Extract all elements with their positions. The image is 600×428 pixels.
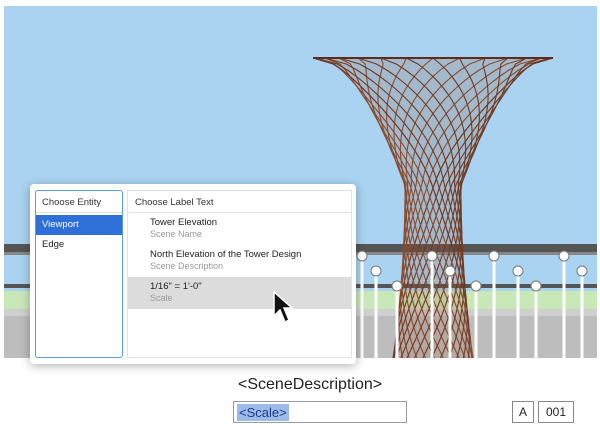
label-list-header: Choose Label Text	[128, 191, 351, 213]
label-option-scene-description[interactable]: North Elevation of the Tower Design Scen…	[128, 245, 351, 277]
scale-field[interactable]: <Scale>	[233, 401, 407, 423]
option-value: North Elevation of the Tower Design	[150, 249, 302, 260]
option-key: Scale	[150, 293, 173, 303]
option-value: Tower Elevation	[150, 217, 218, 228]
mouse-pointer-icon	[273, 290, 294, 324]
label-chooser-popup: Choose Entity Viewport Edge Choose Label…	[30, 184, 356, 364]
option-key: Scene Name	[150, 229, 203, 239]
label-text-list: Choose Label Text Tower Elevation Scene …	[127, 190, 352, 358]
sheet-letter-box[interactable]: A	[512, 401, 534, 423]
label-option-scale[interactable]: 1/16" = 1'-0" Scale	[128, 277, 351, 309]
entity-item-edge[interactable]: Edge	[36, 235, 122, 255]
entity-item-viewport[interactable]: Viewport	[36, 215, 122, 235]
scale-field-text: <Scale>	[237, 404, 289, 421]
option-key: Scene Description	[150, 261, 224, 271]
label-option-scene-name[interactable]: Tower Elevation Scene Name	[128, 213, 351, 245]
option-value: 1/16" = 1'-0"	[150, 281, 202, 292]
entity-list: Choose Entity Viewport Edge	[35, 190, 123, 358]
entity-list-header: Choose Entity	[36, 191, 122, 213]
scene-description-field[interactable]: <SceneDescription>	[238, 376, 382, 394]
sheet-number-box[interactable]: 001	[538, 401, 574, 423]
